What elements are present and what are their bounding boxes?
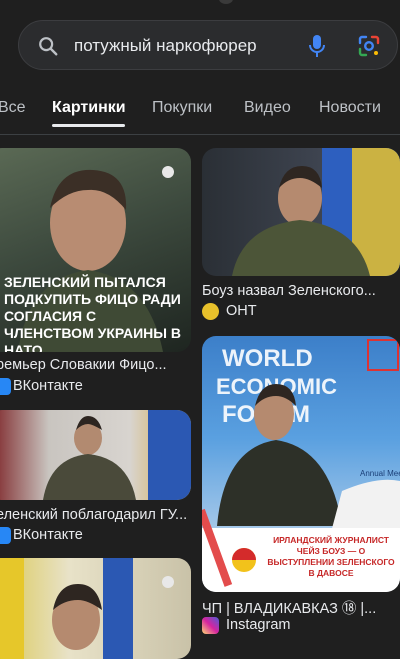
svg-text:WORLD: WORLD (222, 345, 313, 372)
video-badge-icon (162, 576, 174, 588)
image-result-thumbnail[interactable] (202, 148, 400, 276)
search-input[interactable]: потужный наркофюрер (74, 36, 257, 56)
search-tabs: Все Картинки Покупки Видео Новости (0, 88, 400, 132)
result-caption[interactable]: ремьер Словакии Фицо... (0, 357, 191, 373)
image-result-thumbnail[interactable] (0, 410, 191, 500)
instagram-icon (202, 617, 219, 634)
sign-text: Annual Meeting (360, 469, 400, 478)
search-bar[interactable]: потужный наркофюрер (18, 20, 398, 70)
result-caption[interactable]: еленский поблагодарил ГУ... (0, 507, 191, 523)
result-source[interactable]: ВКонтакте (13, 378, 83, 394)
vk-icon (0, 378, 11, 395)
active-tab-indicator (52, 124, 125, 127)
video-badge-icon (162, 166, 174, 178)
result-source[interactable]: ОНТ (226, 303, 257, 319)
ont-icon (202, 303, 219, 320)
person-photo (43, 410, 191, 500)
status-indicator (219, 0, 233, 4)
image-overlay-headline: ЗЕЛЕНСКИЙ ПЫТАЛСЯ ПОДКУПИТЬ ФИЦО РАДИ СО… (4, 274, 181, 352)
person-photo (0, 558, 133, 659)
result-source[interactable]: ВКонтакте (13, 527, 83, 543)
tab-shopping[interactable]: Покупки (152, 99, 212, 117)
image-result-thumbnail[interactable] (0, 558, 191, 659)
image-banner-text: ИРЛАНДСКИЙ ЖУРНАЛИСТ ЧЕЙЗ БОУЗ — О ВЫСТУ… (267, 535, 395, 578)
tab-images[interactable]: Картинки (52, 99, 126, 117)
tab-all[interactable]: Все (0, 99, 26, 117)
result-caption[interactable]: ЧП | ВЛАДИКАВКАЗ ⑱ |... (202, 597, 398, 618)
person-photo (232, 148, 400, 276)
image-result-thumbnail[interactable]: ЗЕЛЕНСКИЙ ПЫТАЛСЯ ПОДКУПИТЬ ФИЦО РАДИ СО… (0, 148, 191, 352)
tab-news[interactable]: Новости (319, 99, 381, 117)
tab-video[interactable]: Видео (244, 99, 291, 117)
result-caption[interactable]: Боуз назвал Зеленского... (202, 283, 398, 299)
result-source[interactable]: Instagram (226, 617, 290, 633)
tabs-divider (0, 134, 400, 135)
image-result-thumbnail[interactable]: WORLD ECONOMIC FORUM Annual Meeting ИРЛА… (202, 336, 400, 592)
vk-icon (0, 527, 11, 544)
google-lens-icon[interactable] (357, 34, 381, 58)
microphone-icon[interactable] (307, 34, 327, 58)
search-icon (39, 37, 58, 56)
